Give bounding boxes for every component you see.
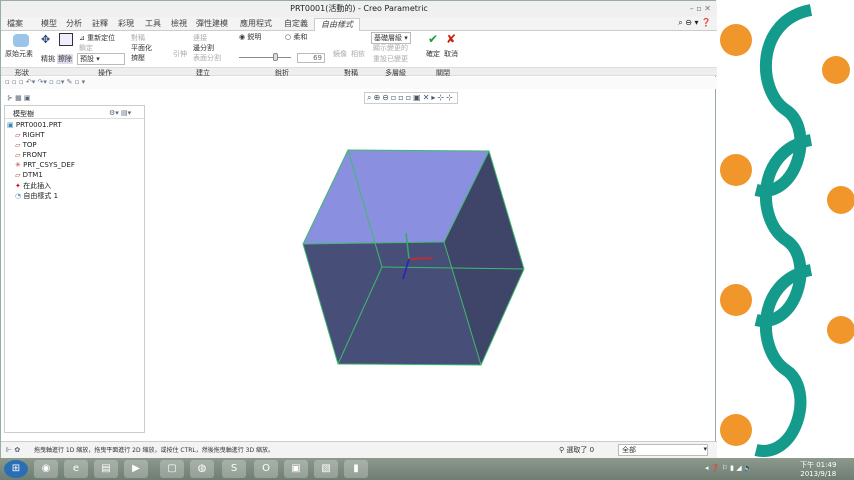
- model-viewport[interactable]: [1, 1, 717, 441]
- clock[interactable]: 下午 01:49 2013/9/18: [800, 460, 836, 478]
- filter-dropdown[interactable]: 全部 ▾: [618, 444, 708, 456]
- taskbar-ie[interactable]: e: [64, 460, 88, 478]
- selection-count: ⚲ 選取了 0: [559, 446, 595, 454]
- clock-date: 2013/9/18: [800, 470, 837, 478]
- taskbar-outlook[interactable]: O: [254, 460, 278, 478]
- taskbar-chrome[interactable]: ◉: [34, 460, 58, 478]
- clock-time: 下午 01:49: [800, 461, 837, 469]
- taskbar-line[interactable]: ◍: [190, 460, 214, 478]
- desktop-wallpaper: [720, 4, 854, 457]
- selected-label: 選取了 0: [566, 446, 595, 454]
- status-bar: ⊩ ✿ 拖曳軸進行 1D 縮放，拖曳平面進行 2D 縮放，或按住 CTRL，然後…: [1, 441, 717, 459]
- taskbar: ⊞ ◉ e ▤ ▶ ▢ ◍ S O ▣ ▧ ▮ ◂ ❓ ⚐ ▮ ◢ 🔈 下午 0…: [0, 458, 854, 480]
- filter-value: 全部: [622, 446, 636, 454]
- taskbar-recorder[interactable]: ▮: [344, 460, 368, 478]
- status-message: 拖曳軸進行 1D 縮放，拖曳平面進行 2D 縮放，或按住 CTRL，然後拖曳軸進…: [34, 447, 275, 454]
- taskbar-app[interactable]: ▧: [314, 460, 338, 478]
- taskbar-creo[interactable]: ▣: [284, 460, 308, 478]
- taskbar-folder[interactable]: ▢: [160, 460, 184, 478]
- taskbar-media[interactable]: ▶: [124, 460, 148, 478]
- status-icons[interactable]: ⊩ ✿: [6, 446, 20, 454]
- creo-window: PRT0001(活動的) - Creo Parametric – ▫ ✕ 檔案 …: [0, 0, 717, 459]
- start-button[interactable]: ⊞: [4, 460, 28, 478]
- system-tray-icons[interactable]: ◂ ❓ ⚐ ▮ ◢ 🔈: [705, 464, 753, 472]
- taskbar-skype[interactable]: S: [222, 460, 246, 478]
- taskbar-explorer[interactable]: ▤: [94, 460, 118, 478]
